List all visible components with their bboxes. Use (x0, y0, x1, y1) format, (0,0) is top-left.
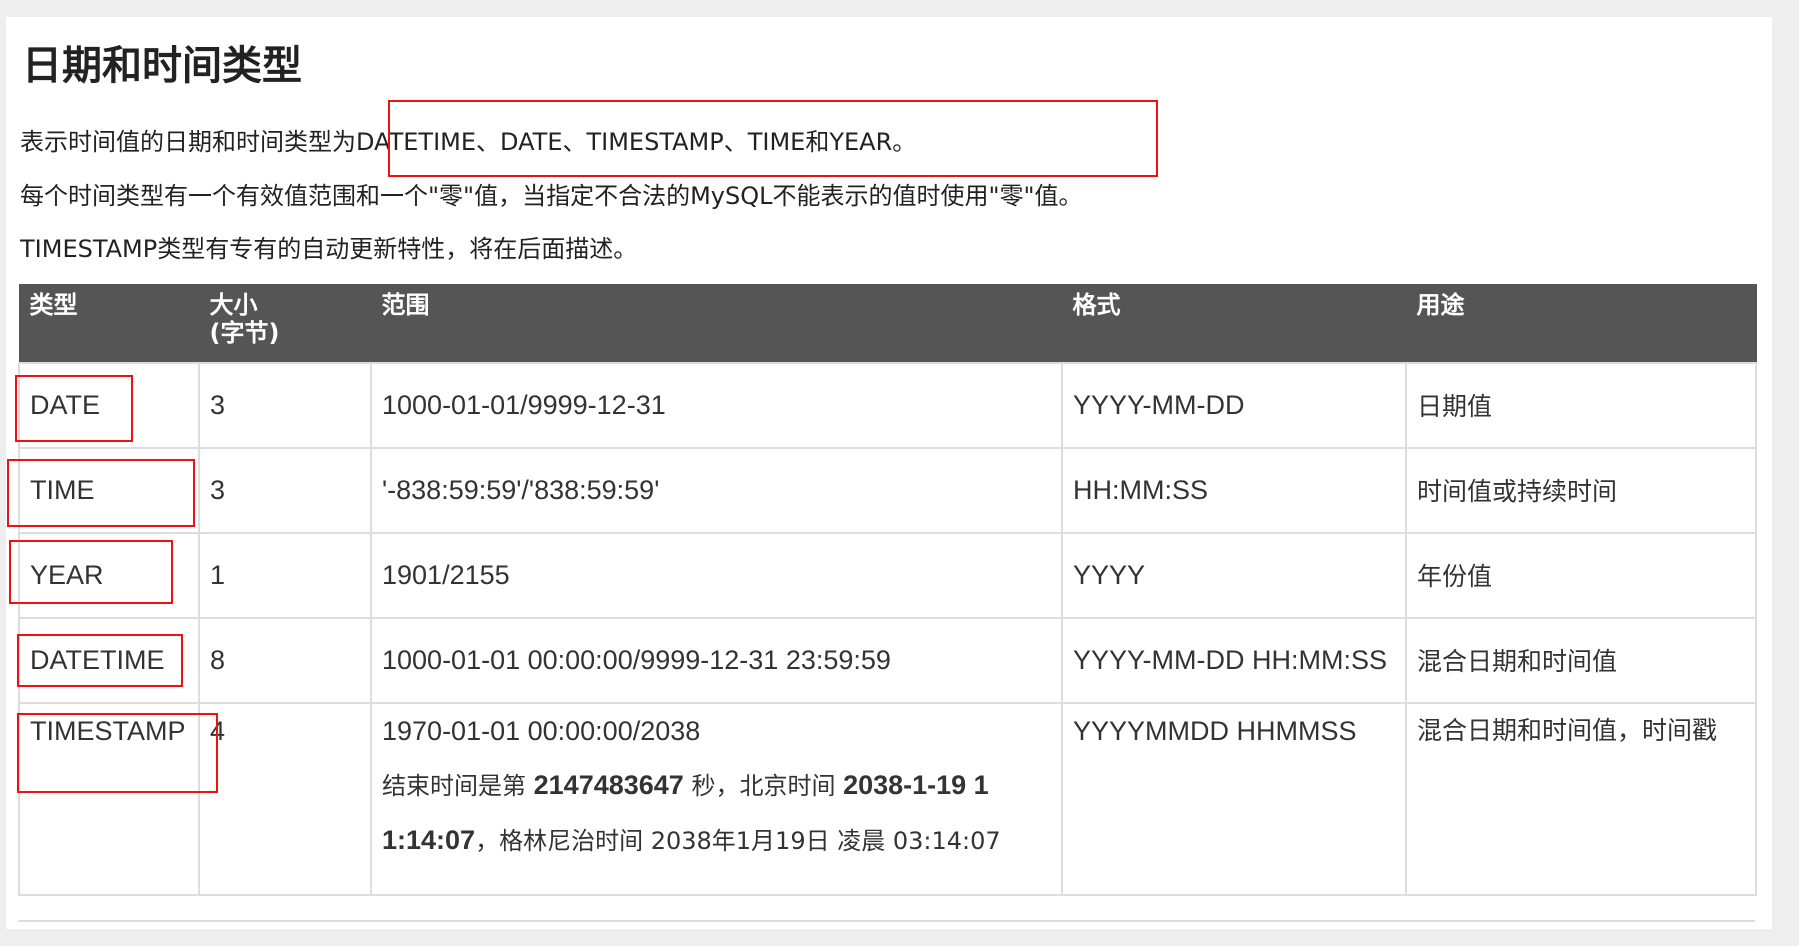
note-beijing-time-cont: 1:14:07 (382, 824, 476, 855)
table-row: DATETIME 8 1000-01-01 00:00:00/9999-12-3… (18, 616, 1757, 704)
cell-format: YYYY (1061, 531, 1407, 619)
cell-size: 1 (198, 531, 372, 619)
page-title: 日期和时间类型 (22, 43, 302, 89)
cell-type: TIME (18, 446, 200, 534)
note-text: 秒，北京时间 (683, 771, 844, 800)
header-type: 类型 (18, 284, 200, 363)
cell-range: 1970-01-01 00:00:00/2038 结束时间是第 21474836… (370, 701, 1063, 896)
cell-type: DATETIME (18, 616, 200, 704)
header-size-line1: 大小 (209, 291, 258, 319)
cell-usage: 年份值 (1405, 531, 1757, 619)
cell-type: TIMESTAMP (18, 701, 200, 896)
table-header-row: 类型 大小 (字节) 范围 格式 用途 (18, 284, 1757, 363)
cell-range: 1000-01-01 00:00:00/9999-12-31 23:59:59 (370, 616, 1063, 704)
cell-usage: 混合日期和时间值，时间戳 (1405, 701, 1757, 896)
cell-size: 3 (198, 446, 372, 534)
header-usage: 用途 (1405, 284, 1757, 363)
cell-usage: 混合日期和时间值 (1405, 616, 1757, 704)
header-format: 格式 (1061, 284, 1407, 363)
date-time-types-table: 类型 大小 (字节) 范围 格式 用途 DATE 3 1000-01-01/999… (18, 284, 1757, 896)
divider (18, 920, 1755, 922)
cell-type: YEAR (18, 531, 200, 619)
intro-paragraph-timestamp: TIMESTAMP类型有专有的自动更新特性，将在后面描述。 (20, 235, 638, 263)
timestamp-note-line2: 1:14:07，格林尼治时间 2038年1月19日 凌晨 03:14:07 (382, 813, 1051, 868)
table-row: TIME 3 '-838:59:59'/'838:59:59' HH:MM:SS… (18, 446, 1757, 534)
table-row: DATE 3 1000-01-01/9999-12-31 YYYY-MM-DD … (18, 361, 1757, 449)
intro-paragraph-types: 表示时间值的日期和时间类型为DATETIME、DATE、TIMESTAMP、TI… (20, 128, 917, 156)
note-beijing-time: 2038-1-19 1 (843, 769, 989, 800)
table-row: TIMESTAMP 4 1970-01-01 00:00:00/2038 结束时… (18, 701, 1757, 896)
note-text: 结束时间是第 (382, 771, 534, 800)
cell-format: YYYY-MM-DD HH:MM:SS (1061, 616, 1407, 704)
header-size: 大小 (字节) (198, 284, 372, 363)
cell-range: 1000-01-01/9999-12-31 (370, 361, 1063, 449)
cell-format: HH:MM:SS (1061, 446, 1407, 534)
table-row: YEAR 1 1901/2155 YYYY 年份值 (18, 531, 1757, 619)
cell-format: YYYY-MM-DD (1061, 361, 1407, 449)
header-range: 范围 (370, 284, 1063, 363)
cell-usage: 时间值或持续时间 (1405, 446, 1757, 534)
header-size-line2: (字节) (209, 319, 280, 347)
cell-range: '-838:59:59'/'838:59:59' (370, 446, 1063, 534)
note-text: ，格林尼治时间 2038年1月19日 凌晨 03:14:07 (475, 826, 1001, 855)
timestamp-note-line1: 结束时间是第 2147483647 秒，北京时间 2038-1-19 1 (382, 758, 1051, 813)
timestamp-range-start: 1970-01-01 00:00:00/2038 (382, 715, 701, 746)
cell-type: DATE (18, 361, 200, 449)
cell-size: 3 (198, 361, 372, 449)
cell-size: 8 (198, 616, 372, 704)
cell-range: 1901/2155 (370, 531, 1063, 619)
intro-paragraph-zero-value: 每个时间类型有一个有效值范围和一个"零"值，当指定不合法的MySQL不能表示的值… (20, 182, 1083, 210)
cell-format: YYYYMMDD HHMMSS (1061, 701, 1407, 896)
note-seconds: 2147483647 (533, 769, 684, 800)
cell-size: 4 (198, 701, 372, 896)
cell-usage: 日期值 (1405, 361, 1757, 449)
